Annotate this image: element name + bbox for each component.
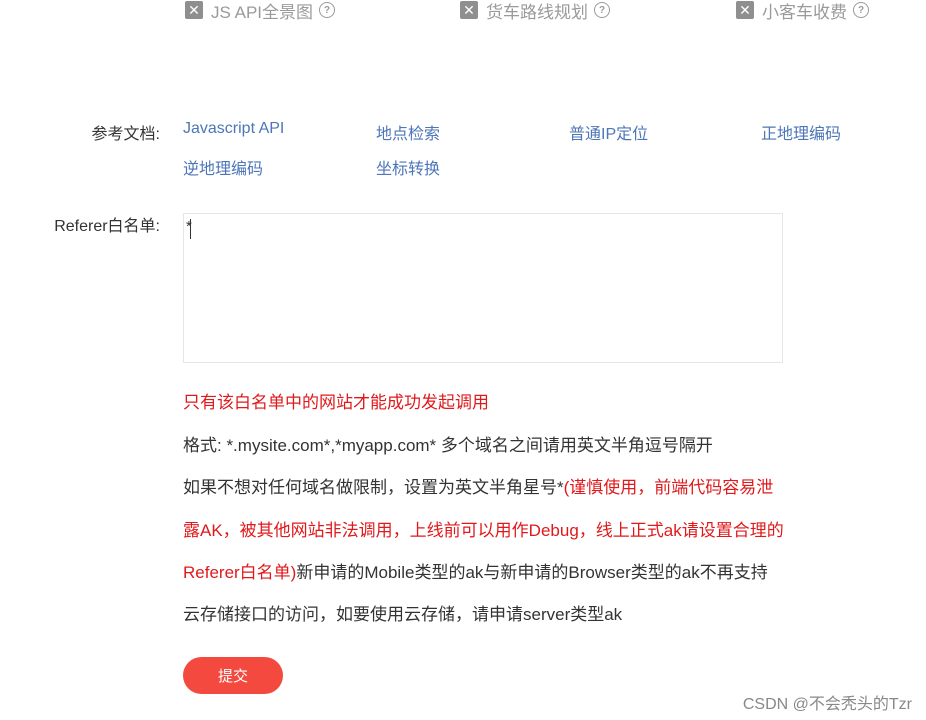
service-car-toll[interactable]: ✕ 小客车收费 ? [736, 0, 869, 20]
x-box-icon[interactable]: ✕ [460, 1, 478, 19]
wildcard-note: 如果不想对任何域名做限制，设置为英文半角星号*(谨慎使用，前端代码容易泄 [183, 473, 773, 498]
doc-link-ip-location[interactable]: 普通IP定位 [569, 120, 648, 144]
wildcard-caution: (谨慎使用，前端代码容易泄 [563, 478, 774, 497]
docs-label: 参考文档: [91, 126, 160, 143]
mobile-note-text: 新申请的Mobile类型的ak与新申请的Browser类型的ak不再支持 [296, 563, 768, 582]
cloud-storage-note: 云存储接口的访问，如要使用云存储，请申请server类型ak [183, 605, 623, 624]
wildcard-note-text: 如果不想对任何域名做限制，设置为英文半角星号* [183, 478, 564, 497]
format-note: 格式: *.mysite.com*,*myapp.com* 多个域名之间请用英文… [183, 436, 713, 455]
mobile-note: Referer白名单)新申请的Mobile类型的ak与新申请的Browser类型… [183, 558, 768, 583]
doc-link-reverse-geocoding[interactable]: 逆地理编码 [183, 155, 263, 179]
text-cursor [190, 219, 191, 239]
x-box-icon[interactable]: ✕ [185, 1, 203, 19]
referer-label: Referer白名单: [54, 218, 160, 235]
service-label: JS API全景图 [211, 2, 314, 21]
help-icon[interactable]: ? [594, 2, 610, 18]
doc-link-javascript-api[interactable]: Javascript API [183, 120, 284, 138]
service-truck-route[interactable]: ✕ 货车路线规划 ? [460, 0, 610, 20]
service-label: 小客车收费 [762, 2, 847, 21]
doc-link-coord-convert[interactable]: 坐标转换 [376, 155, 440, 179]
ak-settings-page: ✕ JS API全景图 ? ✕ 货车路线规划 ? ✕ 小客车收费 ? 参考文档:… [0, 0, 926, 720]
help-icon[interactable]: ? [853, 2, 869, 18]
help-icon[interactable]: ? [319, 2, 336, 18]
watermark: CSDN @不会秃头的Tzr [742, 696, 912, 713]
referer-whitelist-input[interactable] [183, 213, 783, 363]
service-js-api-panorama[interactable]: ✕ JS API全景图 ? [185, 0, 336, 21]
doc-link-place-search[interactable]: 地点检索 [376, 120, 440, 144]
x-box-icon[interactable]: ✕ [736, 1, 754, 19]
caution-note: 露AK，被其他网站非法调用，上线前可以用作Debug，线上正式ak请设置合理的 [183, 521, 784, 540]
service-label: 货车路线规划 [486, 2, 588, 21]
submit-button[interactable]: 提交 [183, 657, 283, 694]
doc-link-geocoding[interactable]: 正地理编码 [761, 120, 841, 144]
caution-note-end: Referer白名单) [183, 563, 297, 582]
whitelist-warning: 只有该白名单中的网站才能成功发起调用 [183, 393, 489, 412]
